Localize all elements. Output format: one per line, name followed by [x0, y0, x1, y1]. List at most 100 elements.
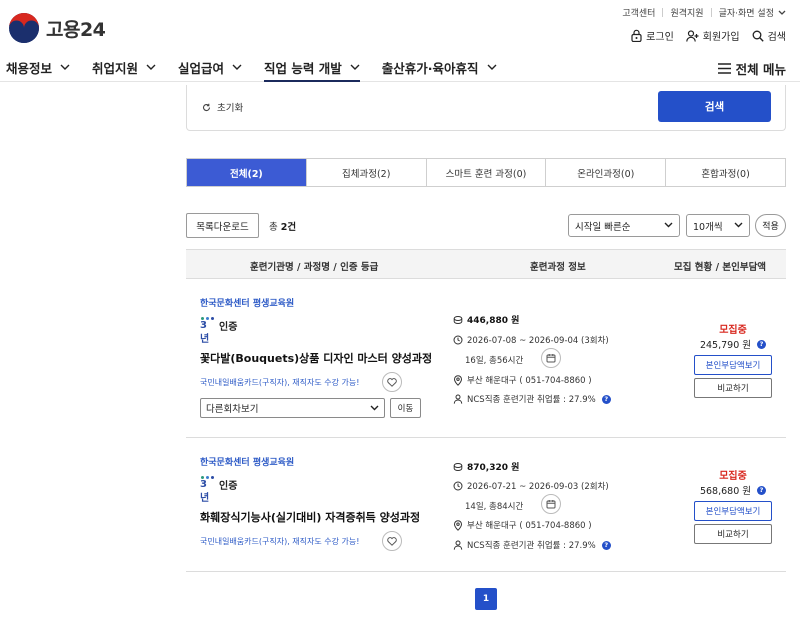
- tab-classroom[interactable]: 집체과정(2): [305, 159, 426, 186]
- nav-item-job-skills[interactable]: 직업 능력 개발: [264, 59, 360, 82]
- nav-item-employment-support[interactable]: 취업지원: [92, 59, 156, 76]
- search-button[interactable]: 검색: [658, 91, 771, 122]
- schedule-button[interactable]: [541, 494, 561, 514]
- nav-item-label: 채용정보: [6, 60, 53, 76]
- period-value: 2026-07-08 ~ 2026-09-04 (3회차): [467, 336, 609, 346]
- favorite-button[interactable]: [382, 531, 402, 551]
- course-duration: 16일, 총56시간: [465, 356, 524, 366]
- period-value: 2026-07-21 ~ 2026-09-03 (2회차): [467, 482, 609, 492]
- course-duration: 14일, 총84시간: [465, 502, 524, 512]
- help-icon[interactable]: ?: [757, 339, 767, 349]
- course-price: 870,320 원: [453, 460, 519, 473]
- page-size-select[interactable]: 10개씩: [686, 214, 750, 237]
- cert-3-year-badge-icon: 3년: [200, 475, 216, 504]
- total-count: 총 2건: [269, 219, 296, 233]
- login-label: 로그인: [646, 32, 674, 43]
- sort-selected-value: 시작일 빠른순: [575, 221, 631, 233]
- table-row: 한국문화센터 평생교육원 3년 인증 화훼장식기능사(실기대비) 자격증취득 양…: [186, 438, 786, 572]
- logo-text: 고용24: [46, 18, 106, 41]
- remote-support-link[interactable]: 원격지원: [670, 6, 703, 19]
- column-header: 훈련기관명 / 과정명 / 인증 등급: [250, 262, 379, 273]
- compare-button[interactable]: 비교하기: [694, 524, 772, 544]
- site-header: 고용24 고객센터 원격지원 글자·화면 설정 로그인 회원가입 검색 채용정보…: [0, 0, 800, 82]
- reset-label: 초기화: [217, 103, 244, 114]
- customer-center-link[interactable]: 고객센터: [622, 6, 655, 19]
- display-settings-link[interactable]: 글자·화면 설정: [719, 6, 774, 19]
- price-value: 870,320 원: [467, 463, 520, 473]
- cert-dot: [201, 475, 204, 479]
- search-link[interactable]: 검색: [752, 28, 786, 43]
- tab-online[interactable]: 온라인과정(0): [545, 159, 665, 186]
- self-cost-value: 245,790 원: [699, 340, 752, 351]
- course-period: 2026-07-08 ~ 2026-09-04 (3회차): [453, 334, 609, 346]
- cert-label: 인증: [219, 322, 238, 333]
- chevron-down-icon: [146, 64, 156, 70]
- all-menu-label: 전체 메뉴: [735, 62, 786, 77]
- signup-label: 회원가입: [702, 32, 740, 43]
- clock-icon: [453, 481, 463, 491]
- column-header: 훈련과정 정보: [530, 262, 586, 273]
- calendar-icon: [546, 354, 556, 363]
- heart-icon: [387, 377, 397, 387]
- location-value: 부산 해운대구 ( 051-704-8860 ): [467, 521, 592, 531]
- nav-item-parental-leave[interactable]: 출산휴가·육아휴직: [381, 59, 497, 76]
- apply-button[interactable]: 적용: [755, 214, 786, 237]
- nav-item-label: 취업지원: [92, 60, 139, 76]
- reset-button[interactable]: 초기화: [202, 100, 243, 114]
- nav-item-jobs[interactable]: 채용정보: [6, 59, 70, 76]
- help-icon[interactable]: ?: [601, 540, 611, 550]
- chevron-down-icon: [487, 64, 497, 70]
- taegeuk-logo-icon: [9, 13, 39, 43]
- favorite-button[interactable]: [382, 372, 402, 392]
- course-location: 부산 해운대구 ( 051-704-8860 ): [453, 374, 592, 386]
- institution-link[interactable]: 한국문화센터 평생교육원: [200, 296, 294, 309]
- course-period: 2026-07-21 ~ 2026-09-03 (2회차): [453, 480, 609, 492]
- help-icon[interactable]: ?: [757, 485, 767, 495]
- help-icon[interactable]: ?: [601, 394, 611, 404]
- certification-grade: 3년 인증: [200, 475, 237, 504]
- price-value: 446,880 원: [467, 316, 520, 326]
- page-size-selected-value: 10개씩: [693, 221, 723, 233]
- tab-all[interactable]: 전체(2): [187, 159, 306, 186]
- user-plus-icon: [685, 29, 699, 42]
- site-logo[interactable]: 고용24: [8, 12, 106, 44]
- list-download-button[interactable]: 목록다운로드: [186, 213, 259, 238]
- location-pin-icon: [453, 519, 463, 531]
- cert-3-year-badge-icon: 3년: [200, 316, 216, 345]
- location-value: 부산 해운대구 ( 051-704-8860 ): [467, 376, 592, 386]
- self-cost: 568,680 원 ?: [694, 483, 772, 497]
- course-title-link[interactable]: 꽃다발(Bouquets)상품 디자인 마스터 양성과정: [200, 350, 432, 366]
- search-icon: [752, 30, 764, 42]
- view-self-cost-button[interactable]: 본인부담액보기: [694, 501, 772, 521]
- tab-blended[interactable]: 혼합과정(0): [665, 159, 785, 186]
- nav-item-label: 출산휴가·육아휴직: [381, 60, 479, 76]
- tab-smart-training[interactable]: 스마트 훈련 과정(0): [425, 159, 546, 186]
- employment-rate-value: NCS직종 훈련기관 취업률 : 27.9%: [467, 541, 596, 551]
- all-menu-button[interactable]: 전체 메뉴: [717, 59, 786, 78]
- total-value: 2건: [280, 222, 297, 233]
- coin-icon: [453, 462, 463, 471]
- nav-item-unemployment-benefit[interactable]: 실업급여: [178, 59, 242, 76]
- page-button-current[interactable]: 1: [475, 588, 497, 610]
- self-cost: 245,790 원 ?: [694, 337, 772, 351]
- card-eligibility-note: 국민내일배움카드(구직자), 재직자도 수강 가능!: [200, 378, 360, 387]
- course-type-tabs: 전체(2) 집체과정(2) 스마트 훈련 과정(0) 온라인과정(0) 혼합과정…: [186, 158, 786, 187]
- chevron-down-icon: [350, 64, 360, 70]
- sort-select[interactable]: 시작일 빠른순: [568, 214, 680, 237]
- lock-icon: [631, 29, 642, 42]
- other-round-select[interactable]: 다른회차보기: [200, 398, 385, 418]
- institution-link[interactable]: 한국문화센터 평생교육원: [200, 455, 294, 468]
- schedule-button[interactable]: [541, 348, 561, 368]
- chevron-down-icon: [778, 10, 786, 15]
- signup-link[interactable]: 회원가입: [685, 28, 740, 43]
- view-self-cost-button[interactable]: 본인부담액보기: [694, 355, 772, 375]
- chevron-down-icon: [664, 222, 673, 228]
- column-header: 모집 현황 / 본인부담액: [674, 262, 767, 273]
- compare-button[interactable]: 비교하기: [694, 378, 772, 398]
- course-price: 446,880 원: [453, 313, 519, 326]
- login-link[interactable]: 로그인: [631, 28, 674, 43]
- divider: [662, 8, 664, 17]
- course-title-link[interactable]: 화훼장식기능사(실기대비) 자격증취득 양성과정: [200, 509, 420, 525]
- move-button[interactable]: 이동: [390, 398, 421, 418]
- total-prefix: 총: [269, 222, 278, 233]
